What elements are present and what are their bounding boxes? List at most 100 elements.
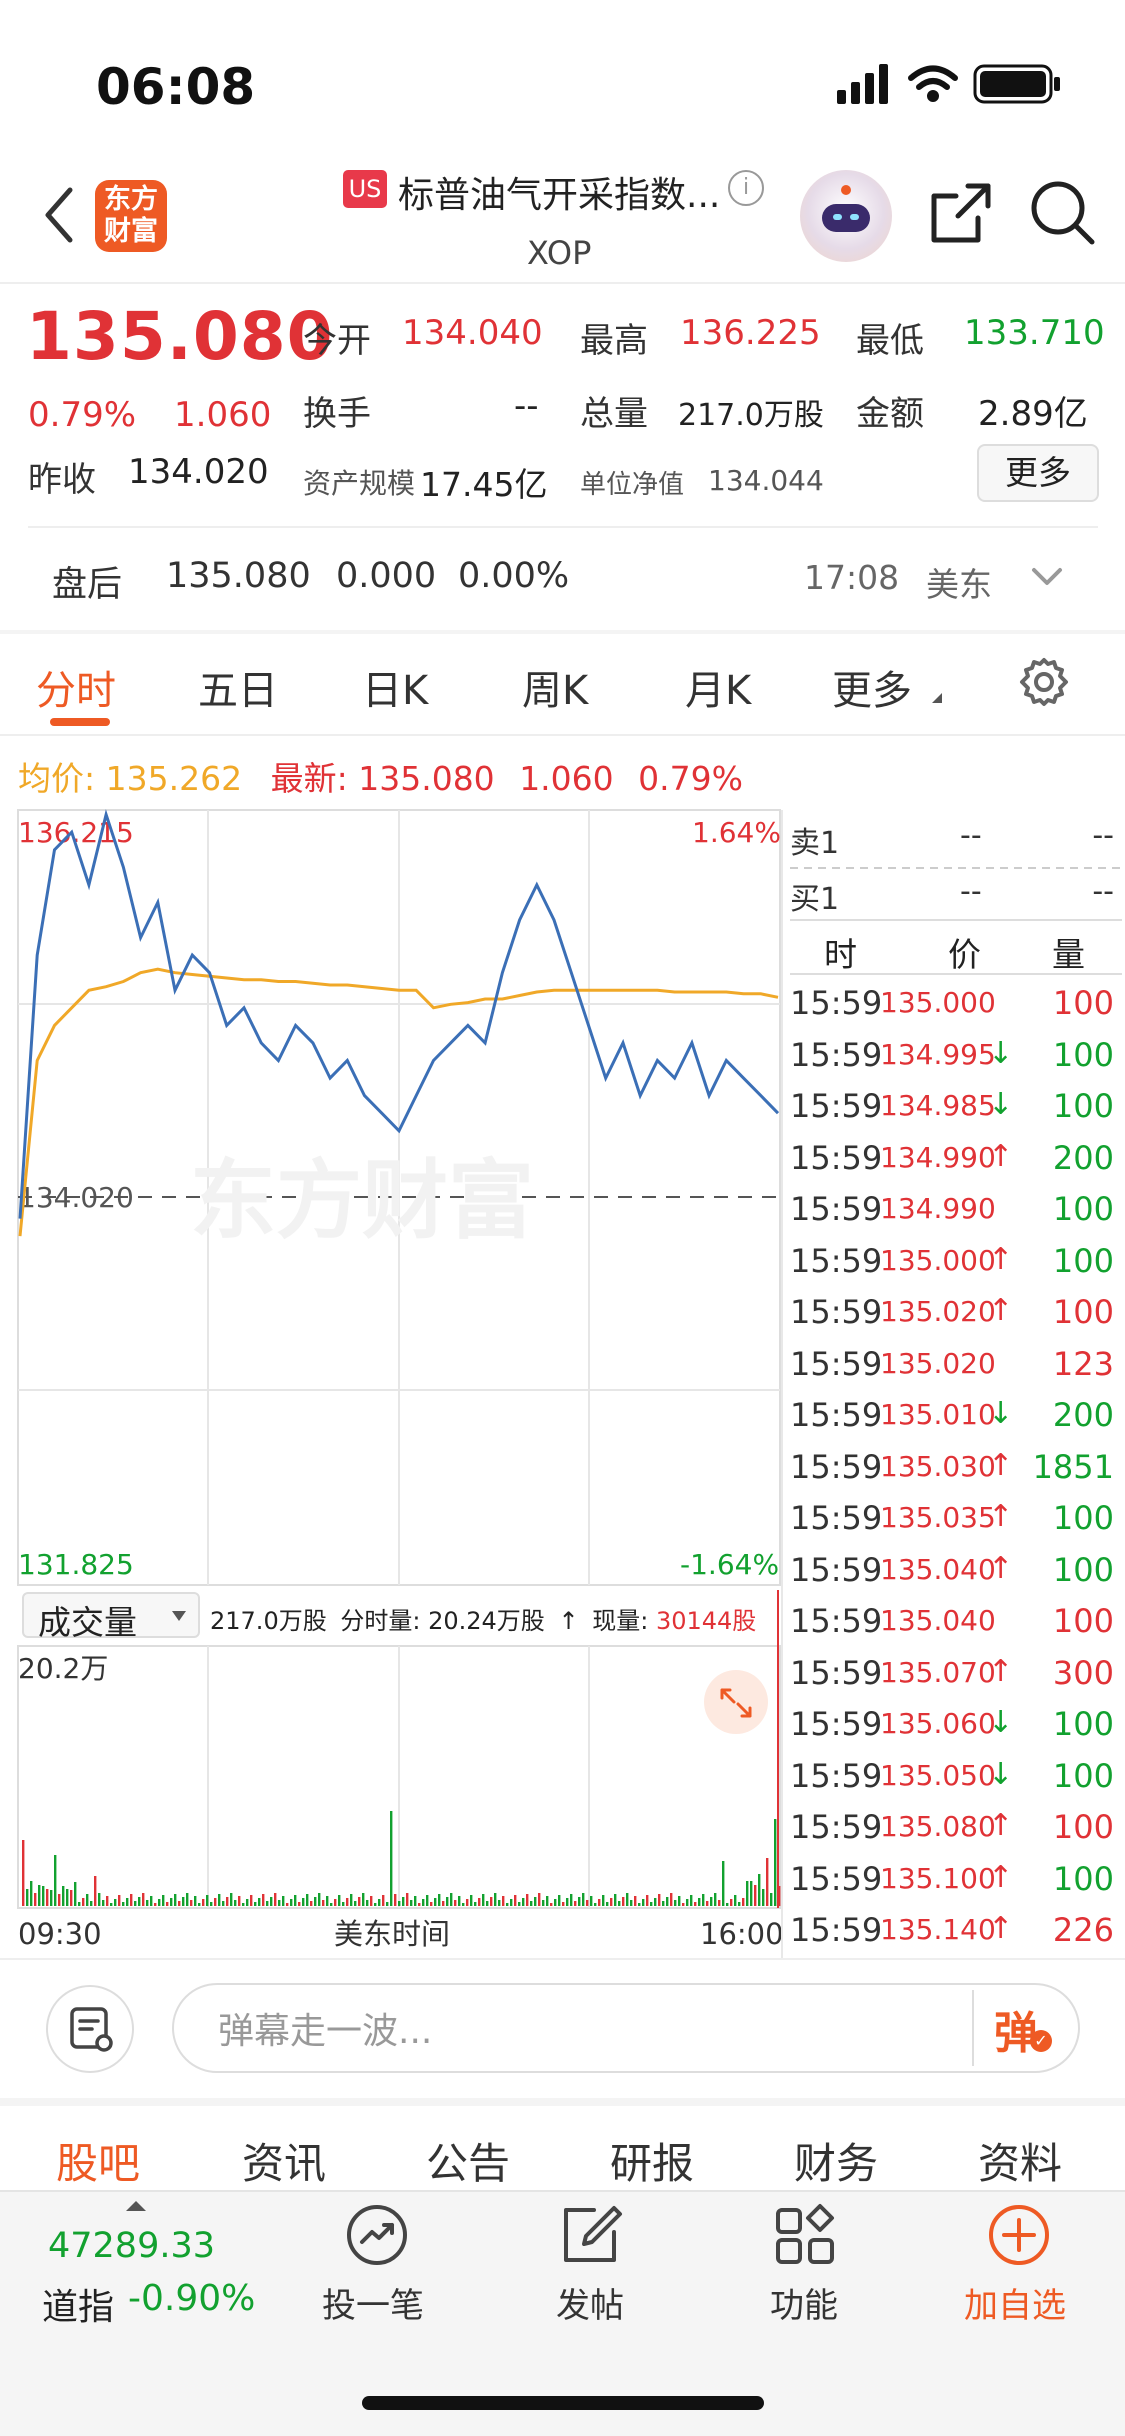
tick-row: 15:59 134.990 100 [790, 1190, 1120, 1241]
post-label[interactable]: 发帖 [556, 2278, 624, 2327]
volume-bar [546, 1896, 549, 1906]
volume-info-row: 217.0万股 分时量: 20.24万股 ↑ 现量: 30144股 [210, 1601, 756, 1636]
expand-icon[interactable] [704, 1670, 768, 1734]
volume-bar [286, 1903, 289, 1906]
function-grid-icon[interactable] [772, 2202, 838, 2272]
latest-pct: 0.79% [638, 759, 744, 798]
function-label[interactable]: 功能 [770, 2278, 838, 2327]
tab-more[interactable]: 更多 [832, 658, 912, 716]
volume-bar [626, 1893, 629, 1906]
tab-announcements[interactable]: 公告 [426, 2130, 510, 2191]
tick-row: 15:59 134.990 ↑ 200 [790, 1139, 1120, 1190]
info-icon[interactable]: i [728, 170, 764, 206]
tick-price: 134.990 [880, 1192, 996, 1225]
volume-bar [742, 1898, 745, 1906]
ai-assistant-avatar[interactable] [800, 170, 892, 262]
turnover-label: 换手 [303, 394, 371, 434]
volume-bar [450, 1893, 453, 1906]
tab-profile[interactable]: 资料 [978, 2130, 1062, 2191]
volume-indicator-select[interactable]: 成交量 [22, 1592, 200, 1642]
search-icon[interactable] [1030, 180, 1096, 250]
volume-bar [570, 1894, 573, 1906]
volume-bar [690, 1895, 693, 1906]
volume-bar [578, 1897, 581, 1906]
tab-daily-k[interactable]: 日K [362, 658, 428, 716]
tab-finance[interactable]: 财务 [794, 2130, 878, 2191]
tick-time: 15:59 [790, 1447, 883, 1486]
page-title[interactable]: 标普油气开采指数... [398, 166, 720, 218]
danmu-send-button[interactable]: 弹 [994, 1997, 1038, 2061]
index-value[interactable]: 47289.33 [48, 2226, 215, 2266]
volume-bar [582, 1893, 585, 1906]
brand-logo: 东方 财富 [95, 180, 167, 252]
tab-intraday[interactable]: 分时 [36, 658, 116, 716]
tick-time: 15:59 [790, 1190, 883, 1228]
volume-bar [362, 1893, 365, 1906]
volume-bar [658, 1894, 661, 1906]
volume-bar [294, 1895, 297, 1906]
volume-bar [318, 1893, 321, 1906]
tick-volume: 300 [1052, 1653, 1114, 1692]
index-name[interactable]: 道指 [42, 2278, 114, 2330]
amount-label: 金额 [856, 394, 924, 434]
volume-bar [330, 1903, 333, 1906]
avg-label: 均价: [18, 759, 96, 798]
avg-latest-row: 均价: 135.262 最新: 135.080 1.060 0.79% [18, 752, 743, 800]
tick-price: 134.990 [880, 1140, 996, 1174]
tick-volume: 100 [1052, 1859, 1114, 1898]
volume-bar [210, 1902, 213, 1906]
tab-guba[interactable]: 股吧 [56, 2130, 140, 2191]
share-icon[interactable] [928, 180, 994, 250]
more-button[interactable]: 更多 [977, 444, 1099, 502]
invest-icon[interactable] [344, 2202, 410, 2272]
tab-news[interactable]: 资讯 [242, 2130, 326, 2191]
up-arrow-icon: ↑ [988, 1653, 1014, 1689]
tab-five-day[interactable]: 五日 [198, 658, 278, 716]
up-arrow-icon: ↑ [988, 1808, 1014, 1843]
change-pct: 0.79% [28, 395, 137, 435]
tab-research[interactable]: 研报 [610, 2130, 694, 2191]
volume-bar [342, 1902, 345, 1906]
danmu-settings-icon[interactable] [46, 1985, 134, 2073]
buy1-vol: -- [1092, 874, 1114, 909]
volume-bar [610, 1898, 613, 1906]
volume-bar [470, 1895, 473, 1906]
tick-time: 15:59 [790, 1293, 883, 1331]
volume-bar [170, 1898, 173, 1906]
volume-bar [718, 1900, 721, 1906]
volume-bar [406, 1893, 409, 1906]
sell1-row: 卖1 -- -- [790, 818, 1120, 862]
chevron-down-icon[interactable] [1030, 566, 1064, 592]
logo-text-2: 财富 [104, 216, 158, 247]
tick-time: 15:59 [790, 1859, 883, 1898]
volume-bar [194, 1896, 197, 1906]
tab-more-caret-icon [930, 690, 944, 709]
up-arrow-icon: ↑ [988, 1550, 1014, 1586]
add-watch-icon[interactable] [986, 2202, 1052, 2272]
volume-bar [510, 1899, 513, 1906]
post-edit-icon[interactable] [558, 2202, 624, 2272]
invest-label[interactable]: 投一笔 [322, 2278, 424, 2327]
volume-bar [238, 1896, 241, 1906]
volume-bar [482, 1894, 485, 1906]
volume-bar [634, 1896, 637, 1906]
volume-bar [722, 1861, 725, 1906]
volume-bar [334, 1899, 337, 1906]
volume-bar [274, 1893, 277, 1906]
volume-bar [630, 1900, 633, 1906]
volume-bar [262, 1894, 265, 1906]
index-change[interactable]: -0.90% [128, 2278, 255, 2319]
active-tab-indicator [50, 718, 110, 726]
back-icon[interactable] [40, 185, 76, 249]
tab-weekly-k[interactable]: 周K [522, 658, 588, 716]
chart-high-pct: 1.64% [692, 816, 781, 849]
volume-bar [686, 1899, 689, 1906]
volume-bar [502, 1896, 505, 1906]
settings-gear-icon[interactable] [1018, 656, 1070, 712]
add-watch-label[interactable]: 加自选 [964, 2278, 1066, 2327]
after-hours-row[interactable]: 盘后 135.080 0.000 0.00% 17:08 美东 [0, 530, 1125, 630]
volume-bar [150, 1896, 153, 1906]
tab-monthly-k[interactable]: 月K [685, 658, 751, 716]
volume-bar [402, 1897, 405, 1906]
volume-bar [246, 1899, 249, 1906]
